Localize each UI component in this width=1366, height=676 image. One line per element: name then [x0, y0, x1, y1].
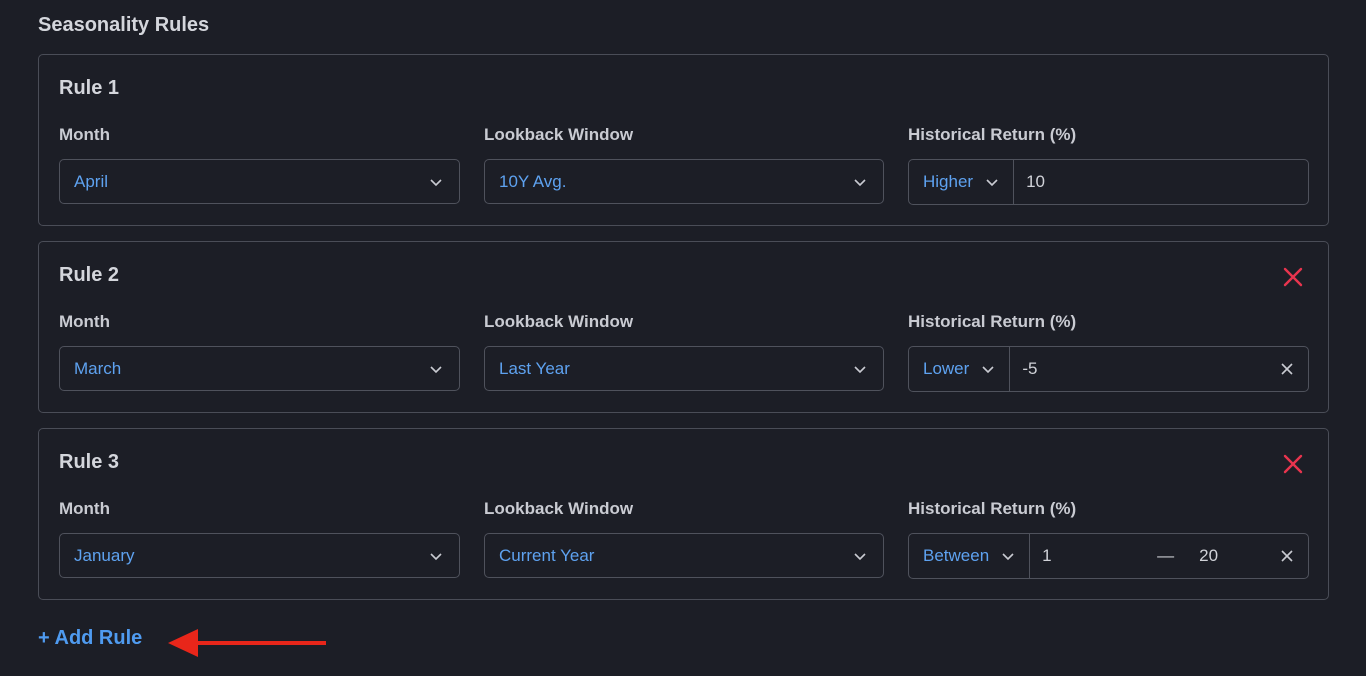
- lookback-select[interactable]: 10Y Avg.: [484, 159, 884, 204]
- month-label: Month: [59, 499, 110, 518]
- add-rule-button[interactable]: + Add Rule: [38, 627, 142, 650]
- lookback-label: Lookback Window: [484, 125, 634, 144]
- month-select[interactable]: January: [59, 533, 460, 578]
- return-value-input[interactable]: -5: [1010, 347, 1308, 391]
- historical-return-group: Between 1 — 20: [908, 533, 1309, 579]
- lookback-label: Lookback Window: [484, 312, 634, 331]
- clear-icon[interactable]: [1280, 362, 1294, 376]
- lookback-value: 10Y Avg.: [499, 171, 567, 191]
- rule-title: Rule 1: [59, 77, 120, 99]
- lookback-select[interactable]: Last Year: [484, 346, 884, 391]
- operator-select[interactable]: Higher: [909, 160, 1015, 204]
- operator-value: Lower: [923, 359, 970, 378]
- section-title: Seasonality Rules: [38, 14, 210, 36]
- clear-icon[interactable]: [1280, 549, 1294, 563]
- month-label: Month: [59, 125, 110, 144]
- return-value: -5: [1022, 359, 1038, 378]
- month-select[interactable]: April: [59, 159, 460, 204]
- month-select[interactable]: March: [59, 346, 460, 391]
- operator-select[interactable]: Lower: [909, 347, 1011, 391]
- lookback-select[interactable]: Current Year: [484, 533, 884, 578]
- lookback-value: Last Year: [499, 358, 570, 378]
- month-value: April: [74, 171, 109, 191]
- month-value: March: [74, 358, 122, 378]
- historical-return-label: Historical Return (%): [908, 125, 1077, 144]
- rule-card-3: Rule 3 Month January Lookback Window Cur…: [38, 428, 1329, 600]
- rule-card-2: Rule 2 Month March Lookback Window Last …: [38, 241, 1329, 413]
- historical-return-label: Historical Return (%): [908, 499, 1077, 518]
- return-value-input[interactable]: 10: [1014, 160, 1308, 204]
- historical-return-group: Lower -5: [908, 346, 1309, 392]
- chevron-down-icon: [854, 552, 866, 560]
- annotation-arrow-icon: [168, 629, 326, 657]
- remove-rule-icon[interactable]: [1282, 453, 1304, 475]
- seasonality-panel: Seasonality Rules Rule 1 Month April Loo…: [0, 0, 1366, 676]
- remove-rule-icon[interactable]: [1282, 266, 1304, 288]
- chevron-down-icon: [430, 365, 442, 373]
- operator-select[interactable]: Between: [909, 534, 1031, 578]
- return-to-value: 20: [1199, 546, 1219, 565]
- rule-title: Rule 3: [59, 451, 120, 473]
- return-from-value: 1: [1042, 546, 1052, 565]
- operator-value: Between: [923, 546, 990, 565]
- chevron-down-icon: [982, 366, 994, 374]
- rule-card-1: Rule 1 Month April Lookback Window 10Y A…: [38, 54, 1329, 226]
- lookback-value: Current Year: [499, 545, 595, 565]
- chevron-down-icon: [430, 552, 442, 560]
- month-value: January: [74, 545, 135, 565]
- return-value: 10: [1026, 172, 1046, 191]
- chevron-down-icon: [854, 178, 866, 186]
- historical-return-label: Historical Return (%): [908, 312, 1077, 331]
- chevron-down-icon: [986, 179, 998, 187]
- historical-return-group: Higher 10: [908, 159, 1309, 205]
- range-separator: —: [1157, 546, 1175, 565]
- chevron-down-icon: [1002, 553, 1014, 561]
- lookback-label: Lookback Window: [484, 499, 634, 518]
- chevron-down-icon: [854, 365, 866, 373]
- rule-title: Rule 2: [59, 264, 120, 286]
- month-label: Month: [59, 312, 110, 331]
- return-range-input[interactable]: 1 — 20: [1030, 534, 1308, 578]
- operator-value: Higher: [923, 172, 974, 191]
- chevron-down-icon: [430, 178, 442, 186]
